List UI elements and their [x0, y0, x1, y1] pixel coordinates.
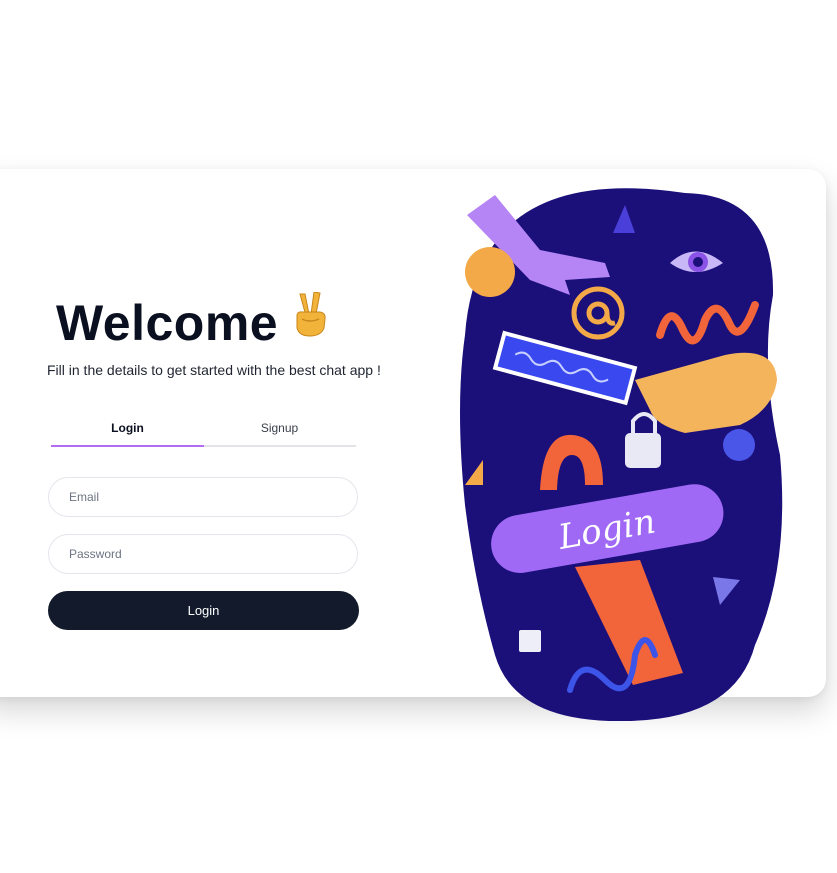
- email-field[interactable]: [48, 477, 358, 517]
- subtitle: Fill in the details to get started with …: [47, 362, 381, 378]
- square-shape: [519, 630, 541, 652]
- password-field[interactable]: [48, 534, 358, 574]
- auth-tabs: Login Signup: [51, 410, 356, 447]
- login-button[interactable]: Login: [48, 591, 359, 630]
- active-tab-indicator: [51, 445, 204, 447]
- page-title: Welcome: [56, 295, 279, 351]
- orange-circle: [465, 247, 515, 297]
- tab-signup[interactable]: Signup: [203, 410, 356, 445]
- login-illustration: Login: [460, 188, 783, 722]
- tab-login[interactable]: Login: [51, 410, 204, 445]
- victory-hand-icon: [296, 292, 326, 337]
- blue-circle: [723, 429, 755, 461]
